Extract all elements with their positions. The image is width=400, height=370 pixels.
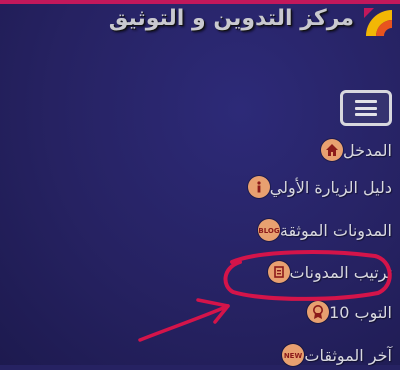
site-logo-icon[interactable] (362, 6, 396, 40)
hamburger-icon (355, 100, 377, 116)
blog-icon: BLOG (257, 219, 280, 241)
app-screen: مركز التدوين و التوثيق المدخل دليل الزيا… (0, 0, 400, 366)
svg-text:NEW: NEW (284, 352, 303, 360)
nav-item-latest-verified[interactable]: NEW آخر الموثقات (274, 340, 392, 370)
nav-item-label: دليل الزيارة الأولي (269, 177, 392, 197)
award-icon (307, 301, 330, 323)
menu-toggle-button[interactable] (340, 90, 392, 126)
home-icon (321, 139, 344, 161)
info-icon (247, 176, 270, 198)
nav-item-label: آخر الموثقات (304, 345, 392, 365)
ranking-icon (267, 261, 290, 283)
new-icon: NEW (282, 344, 305, 366)
nav-item-first-visit-guide[interactable]: دليل الزيارة الأولي (240, 172, 392, 202)
nav-item-label: ترتيب المدونات (289, 262, 392, 282)
nav-item-top-10[interactable]: التوب 10 (299, 297, 392, 327)
nav-item-label: المدونات الموثقة (279, 220, 392, 240)
nav-item-label: التوب 10 (329, 302, 392, 322)
svg-text:BLOG: BLOG (258, 227, 279, 235)
annotation-arrowhead (196, 298, 230, 324)
nav-item-verified-blogs[interactable]: BLOG المدونات الموثقة (250, 215, 392, 245)
top-accent-bar (0, 0, 400, 4)
nav-item-label: المدخل (343, 140, 392, 160)
nav-item-blog-ranking[interactable]: ترتيب المدونات (260, 257, 392, 287)
site-title[interactable]: مركز التدوين و التوثيق (109, 6, 354, 31)
nav-item-home[interactable]: المدخل (313, 135, 392, 165)
annotation-arrow (138, 304, 230, 342)
